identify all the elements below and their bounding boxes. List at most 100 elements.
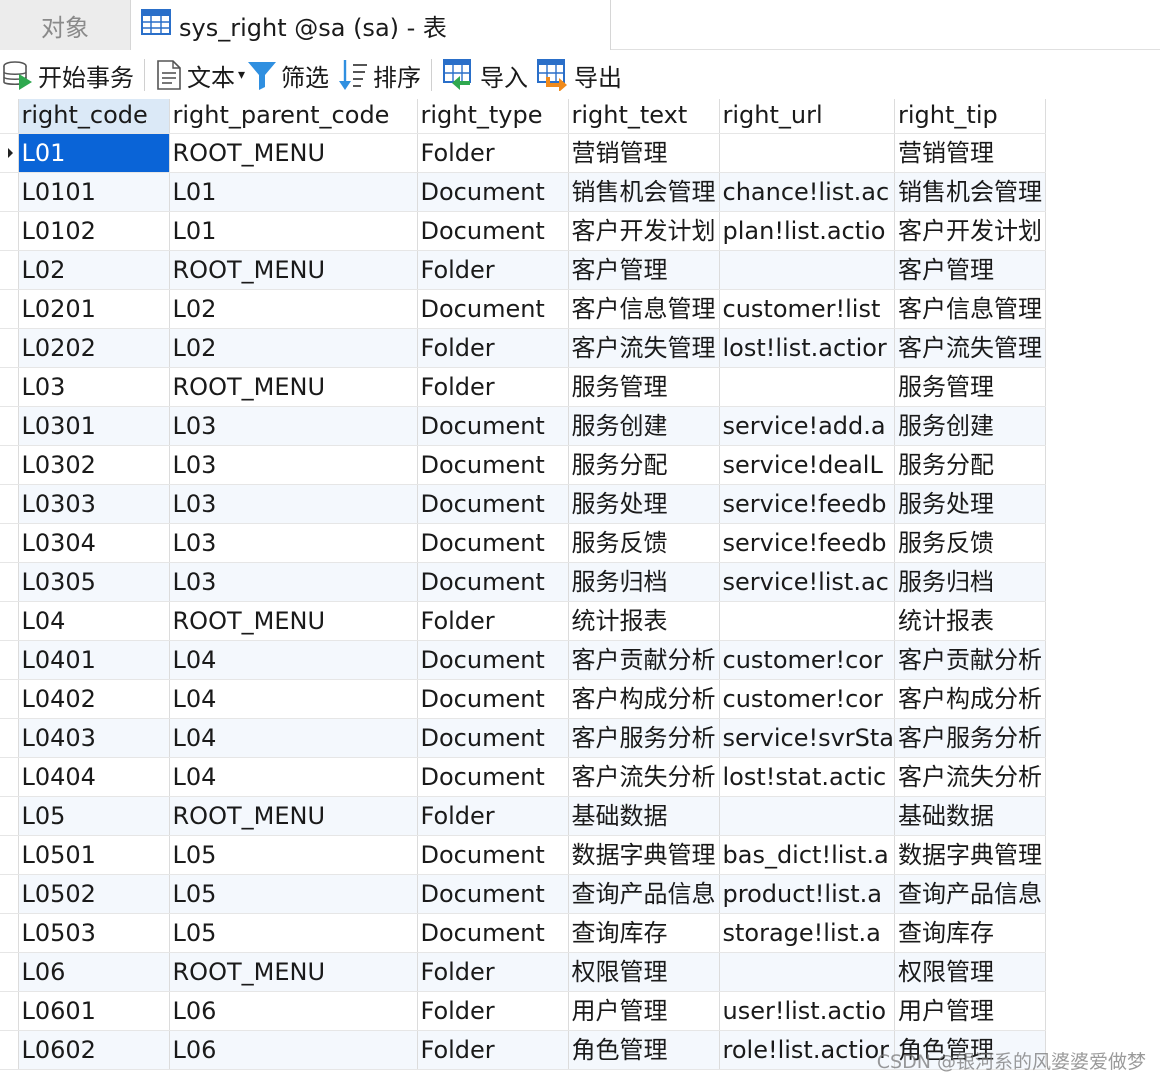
cell-right-code[interactable]: L0601: [18, 991, 170, 1031]
cell-right-tip[interactable]: 服务归档: [894, 562, 1047, 602]
column-header-right-parent-code[interactable]: right_parent_code: [169, 99, 418, 134]
cell-right-code[interactable]: L0503: [18, 913, 170, 953]
cell-right-tip[interactable]: 客户贡献分析: [894, 640, 1047, 680]
cell-right-parent-code[interactable]: L06: [169, 1030, 418, 1070]
cell-right-tip[interactable]: 服务反馈: [894, 523, 1047, 563]
cell-right-code[interactable]: L03: [18, 367, 170, 407]
cell-right-parent-code[interactable]: L05: [169, 913, 418, 953]
cell-right-url[interactable]: [719, 796, 896, 836]
cell-right-type[interactable]: Folder: [417, 1030, 569, 1070]
cell-right-parent-code[interactable]: ROOT_MENU: [169, 601, 418, 641]
cell-right-tip[interactable]: 查询库存: [894, 913, 1047, 953]
cell-right-text[interactable]: 数据字典管理: [568, 835, 720, 875]
cell-right-tip[interactable]: 服务处理: [894, 484, 1047, 524]
column-header-right-url[interactable]: right_url: [719, 99, 896, 134]
row-indicator[interactable]: [0, 523, 19, 563]
cell-right-text[interactable]: 服务创建: [568, 406, 720, 446]
cell-right-text[interactable]: 角色管理: [568, 1030, 720, 1070]
table-row[interactable]: L0501 L05 Document 数据字典管理 bas_dict!list.a 数据字…: [0, 835, 1047, 875]
table-row[interactable]: L05 ROOT_MENU Folder 基础数据 基础数据: [0, 796, 1047, 836]
cell-right-code[interactable]: L0202: [18, 328, 170, 368]
cell-right-url[interactable]: customer!list: [719, 289, 896, 329]
cell-right-text[interactable]: 统计报表: [568, 601, 720, 641]
cell-right-tip[interactable]: 客户信息管理: [894, 289, 1047, 329]
cell-right-tip[interactable]: 客户开发计划: [894, 211, 1047, 251]
cell-right-type[interactable]: Document: [417, 562, 569, 602]
row-indicator[interactable]: [0, 445, 19, 485]
table-row[interactable]: L0302 L03 Document 服务分配 service!dealL 服务分配: [0, 445, 1047, 485]
cell-right-tip[interactable]: 服务创建: [894, 406, 1047, 446]
column-header-right-type[interactable]: right_type: [417, 99, 569, 134]
row-indicator[interactable]: [0, 328, 19, 368]
cell-right-url[interactable]: lost!stat.actic: [719, 757, 896, 797]
cell-right-parent-code[interactable]: ROOT_MENU: [169, 250, 418, 290]
cell-right-tip[interactable]: 客户流失管理: [894, 328, 1047, 368]
row-indicator[interactable]: [0, 484, 19, 524]
cell-right-type[interactable]: Document: [417, 757, 569, 797]
table-row[interactable]: L0304 L03 Document 服务反馈 service!feedb 服务反馈: [0, 523, 1047, 563]
cell-right-tip[interactable]: 查询产品信息: [894, 874, 1047, 914]
cell-right-parent-code[interactable]: L02: [169, 289, 418, 329]
row-indicator[interactable]: [0, 952, 19, 992]
cell-right-type[interactable]: Document: [417, 679, 569, 719]
row-indicator[interactable]: [0, 367, 19, 407]
table-row[interactable]: L0404 L04 Document 客户流失分析 lost!stat.actic 客户流…: [0, 757, 1047, 797]
cell-right-type[interactable]: Document: [417, 523, 569, 563]
cell-right-parent-code[interactable]: L03: [169, 484, 418, 524]
cell-right-type[interactable]: Document: [417, 445, 569, 485]
row-indicator[interactable]: [0, 250, 19, 290]
table-row[interactable]: L0301 L03 Document 服务创建 service!add.a 服务创建: [0, 406, 1047, 446]
cell-right-tip[interactable]: 营销管理: [894, 133, 1047, 173]
cell-right-text[interactable]: 客户贡献分析: [568, 640, 720, 680]
table-row[interactable]: L04 ROOT_MENU Folder 统计报表 统计报表: [0, 601, 1047, 641]
cell-right-parent-code[interactable]: L06: [169, 991, 418, 1031]
cell-right-tip[interactable]: 服务分配: [894, 445, 1047, 485]
cell-right-text[interactable]: 服务归档: [568, 562, 720, 602]
cell-right-parent-code[interactable]: ROOT_MENU: [169, 952, 418, 992]
cell-right-parent-code[interactable]: L04: [169, 757, 418, 797]
row-indicator[interactable]: [0, 601, 19, 641]
table-row[interactable]: L0601 L06 Folder 用户管理 user!list.actio 用户管理: [0, 991, 1047, 1031]
cell-right-parent-code[interactable]: ROOT_MENU: [169, 796, 418, 836]
filter-button[interactable]: 筛选: [247, 50, 329, 100]
cell-right-code[interactable]: L0602: [18, 1030, 170, 1070]
cell-right-text[interactable]: 服务处理: [568, 484, 720, 524]
cell-right-type[interactable]: Folder: [417, 601, 569, 641]
cell-right-url[interactable]: plan!list.actio: [719, 211, 896, 251]
table-row[interactable]: L0503 L05 Document 查询库存 storage!list.a 查询库存: [0, 913, 1047, 953]
cell-right-text[interactable]: 客户流失管理: [568, 328, 720, 368]
table-row[interactable]: L0303 L03 Document 服务处理 service!feedb 服务处理: [0, 484, 1047, 524]
cell-right-parent-code[interactable]: ROOT_MENU: [169, 133, 418, 173]
cell-right-type[interactable]: Document: [417, 913, 569, 953]
table-row[interactable]: L0101 L01 Document 销售机会管理 chance!list.ac 销售机会…: [0, 172, 1047, 212]
cell-right-type[interactable]: Document: [417, 718, 569, 758]
table-row[interactable]: L03 ROOT_MENU Folder 服务管理 服务管理: [0, 367, 1047, 407]
table-row[interactable]: L02 ROOT_MENU Folder 客户管理 客户管理: [0, 250, 1047, 290]
cell-right-url[interactable]: service!feedb: [719, 523, 896, 563]
cell-right-parent-code[interactable]: L03: [169, 445, 418, 485]
cell-right-type[interactable]: Folder: [417, 328, 569, 368]
cell-right-code[interactable]: L0304: [18, 523, 170, 563]
table-row[interactable]: L0102 L01 Document 客户开发计划 plan!list.actio 客户开…: [0, 211, 1047, 251]
cell-right-url[interactable]: [719, 601, 896, 641]
cell-right-text[interactable]: 服务管理: [568, 367, 720, 407]
cell-right-text[interactable]: 基础数据: [568, 796, 720, 836]
row-indicator[interactable]: [0, 211, 19, 251]
table-row[interactable]: L0402 L04 Document 客户构成分析 customer!cor 客户构成分析: [0, 679, 1047, 719]
row-indicator[interactable]: [0, 874, 19, 914]
cell-right-code[interactable]: L0402: [18, 679, 170, 719]
cell-right-code[interactable]: L0301: [18, 406, 170, 446]
row-indicator[interactable]: [0, 913, 19, 953]
cell-right-code[interactable]: L0404: [18, 757, 170, 797]
cell-right-parent-code[interactable]: L01: [169, 172, 418, 212]
row-indicator[interactable]: [0, 640, 19, 680]
cell-right-code[interactable]: L0201: [18, 289, 170, 329]
cell-right-code[interactable]: L05: [18, 796, 170, 836]
cell-right-tip[interactable]: 客户服务分析: [894, 718, 1047, 758]
cell-right-code[interactable]: L0401: [18, 640, 170, 680]
cell-right-tip[interactable]: 数据字典管理: [894, 835, 1047, 875]
cell-right-type[interactable]: Document: [417, 484, 569, 524]
cell-right-text[interactable]: 权限管理: [568, 952, 720, 992]
cell-right-tip[interactable]: 销售机会管理: [894, 172, 1047, 212]
row-indicator[interactable]: [0, 991, 19, 1031]
